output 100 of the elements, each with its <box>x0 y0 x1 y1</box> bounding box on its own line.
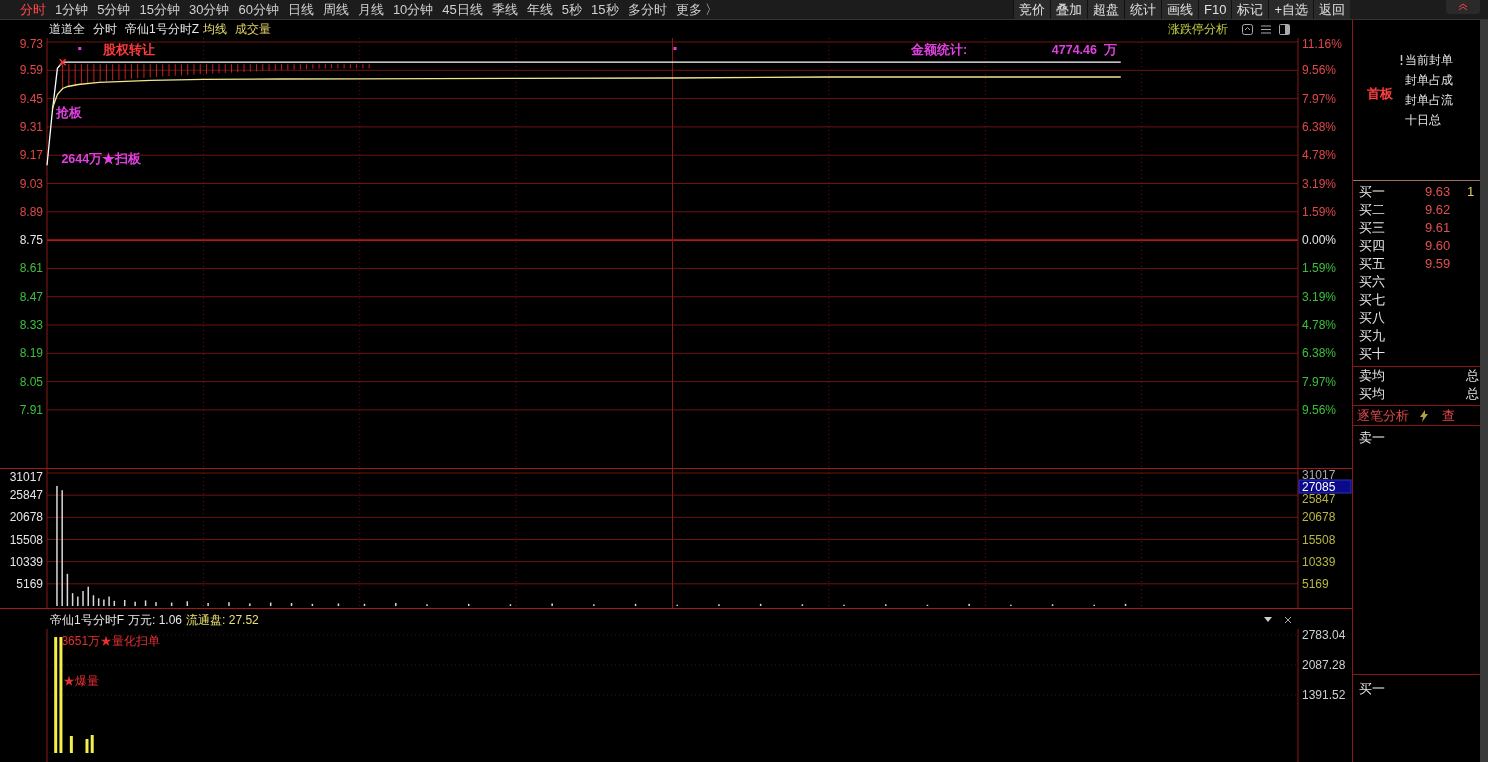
axis-label: 9.03 <box>19 176 43 191</box>
axis-label: 2087.28 <box>1302 658 1346 672</box>
axis-label: 7.97% <box>1302 374 1337 389</box>
bid-level-label: 买九 <box>1359 327 1386 346</box>
average-total: 总 <box>1466 367 1479 386</box>
axis-label: 8.05 <box>19 374 43 389</box>
toolbar-button[interactable]: +自选 <box>1268 0 1313 19</box>
axis-label: 6.38% <box>1302 119 1337 134</box>
axis-label: 31017 <box>9 470 43 484</box>
axis-label: 11.16% <box>1302 38 1342 51</box>
chart-header-label: 道道全 <box>49 21 85 38</box>
average-total: 总 <box>1466 385 1479 404</box>
chart-annotation: 股权转让 <box>103 43 156 58</box>
axis-label: 0.00% <box>1302 233 1337 248</box>
upload-icon[interactable] <box>1242 23 1253 35</box>
period-tab[interactable]: 月线 <box>357 0 384 20</box>
indicator-title: 帝仙1号分时F <box>50 612 124 629</box>
period-tab[interactable]: 15分钟 <box>139 0 180 20</box>
dropdown-icon[interactable] <box>1264 617 1272 623</box>
period-tab[interactable]: 10分钟 <box>392 0 434 20</box>
toolbar-button[interactable]: 返回 <box>1313 0 1350 19</box>
axis-label: 9.17 <box>19 148 43 163</box>
axis-label: 9.56% <box>1302 63 1337 78</box>
menu-icon[interactable] <box>1261 24 1271 34</box>
toolbar-button[interactable]: F10 <box>1198 0 1232 19</box>
info-icon <box>1400 55 1403 65</box>
collapse-icon[interactable] <box>1458 3 1468 11</box>
bid-price: 9.61 <box>1425 219 1452 238</box>
bid-level-label: 买四 <box>1359 237 1386 256</box>
indicator-stat: 万元: 1.06 <box>128 612 183 629</box>
indicator-stat: 流通盘: 27.52 <box>186 612 259 629</box>
toolbar-button[interactable]: 叠加 <box>1050 0 1087 19</box>
axis-label: 1.59% <box>1302 261 1337 276</box>
seal-stat-label: 封单占成 <box>1405 72 1453 89</box>
bid-level-label: 买八 <box>1359 309 1386 328</box>
average-label: 卖均 <box>1359 367 1385 386</box>
chart-header-label: 分时 <box>93 21 117 38</box>
average-label: 买均 <box>1359 385 1385 404</box>
period-tab[interactable]: 5分钟 <box>97 0 131 20</box>
period-tab[interactable]: 30分钟 <box>188 0 230 20</box>
close-icon[interactable] <box>1284 616 1292 624</box>
bid-level-label: 买五 <box>1359 255 1386 274</box>
period-tab[interactable]: 多分时 <box>627 0 667 20</box>
chart-annotation: 4774.46 万 <box>1051 43 1117 58</box>
bid-level-label: 买七 <box>1359 291 1386 310</box>
bid-level-label: 买六 <box>1359 273 1386 292</box>
period-tab[interactable]: 年线 <box>526 0 553 20</box>
toolbar-button[interactable]: 竞价 <box>1013 0 1050 19</box>
axis-label: 8.61 <box>19 261 43 276</box>
tick-link[interactable]: 查 <box>1442 405 1455 426</box>
chart-annotation: 抢板 <box>56 105 83 120</box>
chart-annotation: 3651万★量化扫单 <box>61 634 161 648</box>
axis-label: 4.78% <box>1302 148 1337 163</box>
axis-label: 5169 <box>16 576 43 591</box>
period-tab[interactable]: 更多 〉 <box>675 0 719 20</box>
period-tab[interactable]: 60分钟 <box>238 0 279 20</box>
panel-toggle-icon[interactable] <box>1279 23 1290 35</box>
cross-marker-icon <box>58 58 67 66</box>
axis-label: 20678 <box>1302 510 1336 525</box>
bid-level-label: 买一 <box>1359 681 1385 696</box>
lightning-icon[interactable] <box>1420 409 1428 422</box>
period-tab[interactable]: 周线 <box>322 0 349 20</box>
axis-label: 1391.52 <box>1302 688 1346 702</box>
axis-label: 10339 <box>9 554 43 569</box>
period-tab[interactable]: 日线 <box>287 0 314 20</box>
axis-label: 1.59% <box>1302 204 1337 219</box>
period-tab[interactable]: 15秒 <box>591 0 619 20</box>
period-tab[interactable]: 1分钟 <box>55 0 89 20</box>
chart-header-label: 成交量 <box>235 21 271 38</box>
toolbar-button[interactable]: 标记 <box>1231 0 1269 19</box>
axis-label: 25847 <box>9 488 43 503</box>
axis-label: 4.78% <box>1302 318 1337 332</box>
seal-stat-label: 封单占流 <box>1405 92 1453 109</box>
axis-label: 10339 <box>1302 554 1336 569</box>
period-tab[interactable]: 季线 <box>491 0 518 20</box>
axis-label: 7.91 <box>19 402 43 417</box>
period-tab[interactable]: 5秒 <box>561 0 583 20</box>
chart-annotation: 金额统计: <box>911 43 968 58</box>
tick-analysis-title[interactable]: 逐笔分析 <box>1357 405 1409 426</box>
chart-header-label: 帝仙1号分时Z <box>125 21 199 38</box>
axis-label: 15508 <box>9 532 43 547</box>
bid-level-label: 买十 <box>1359 345 1386 364</box>
axis-label: 8.89 <box>19 204 43 219</box>
scrollbar[interactable] <box>1480 20 1488 762</box>
axis-label: 9.31 <box>19 119 43 134</box>
chart-annotation: 2644万★扫板 <box>61 152 142 167</box>
axis-label: 3.19% <box>1302 176 1337 191</box>
toolbar-button[interactable]: 统计 <box>1124 0 1161 19</box>
toolbar-button[interactable]: 画线 <box>1161 0 1198 19</box>
period-tab[interactable]: 分时 <box>20 0 46 20</box>
chart-header-label: 均线 <box>203 21 227 38</box>
axis-label: 15508 <box>1302 532 1336 547</box>
bid-level-label: 买二 <box>1359 201 1386 220</box>
axis-label: 9.45 <box>19 91 43 106</box>
axis-label: 2783.04 <box>1302 629 1346 642</box>
tick-row-label: 卖一 <box>1358 429 1386 446</box>
period-tab[interactable]: 45日线 <box>442 0 483 20</box>
toolbar-button[interactable]: 超盘 <box>1087 0 1124 19</box>
bid-level-label: 买一 <box>1359 183 1386 202</box>
seal-stat-label: 十日总 <box>1405 112 1442 129</box>
